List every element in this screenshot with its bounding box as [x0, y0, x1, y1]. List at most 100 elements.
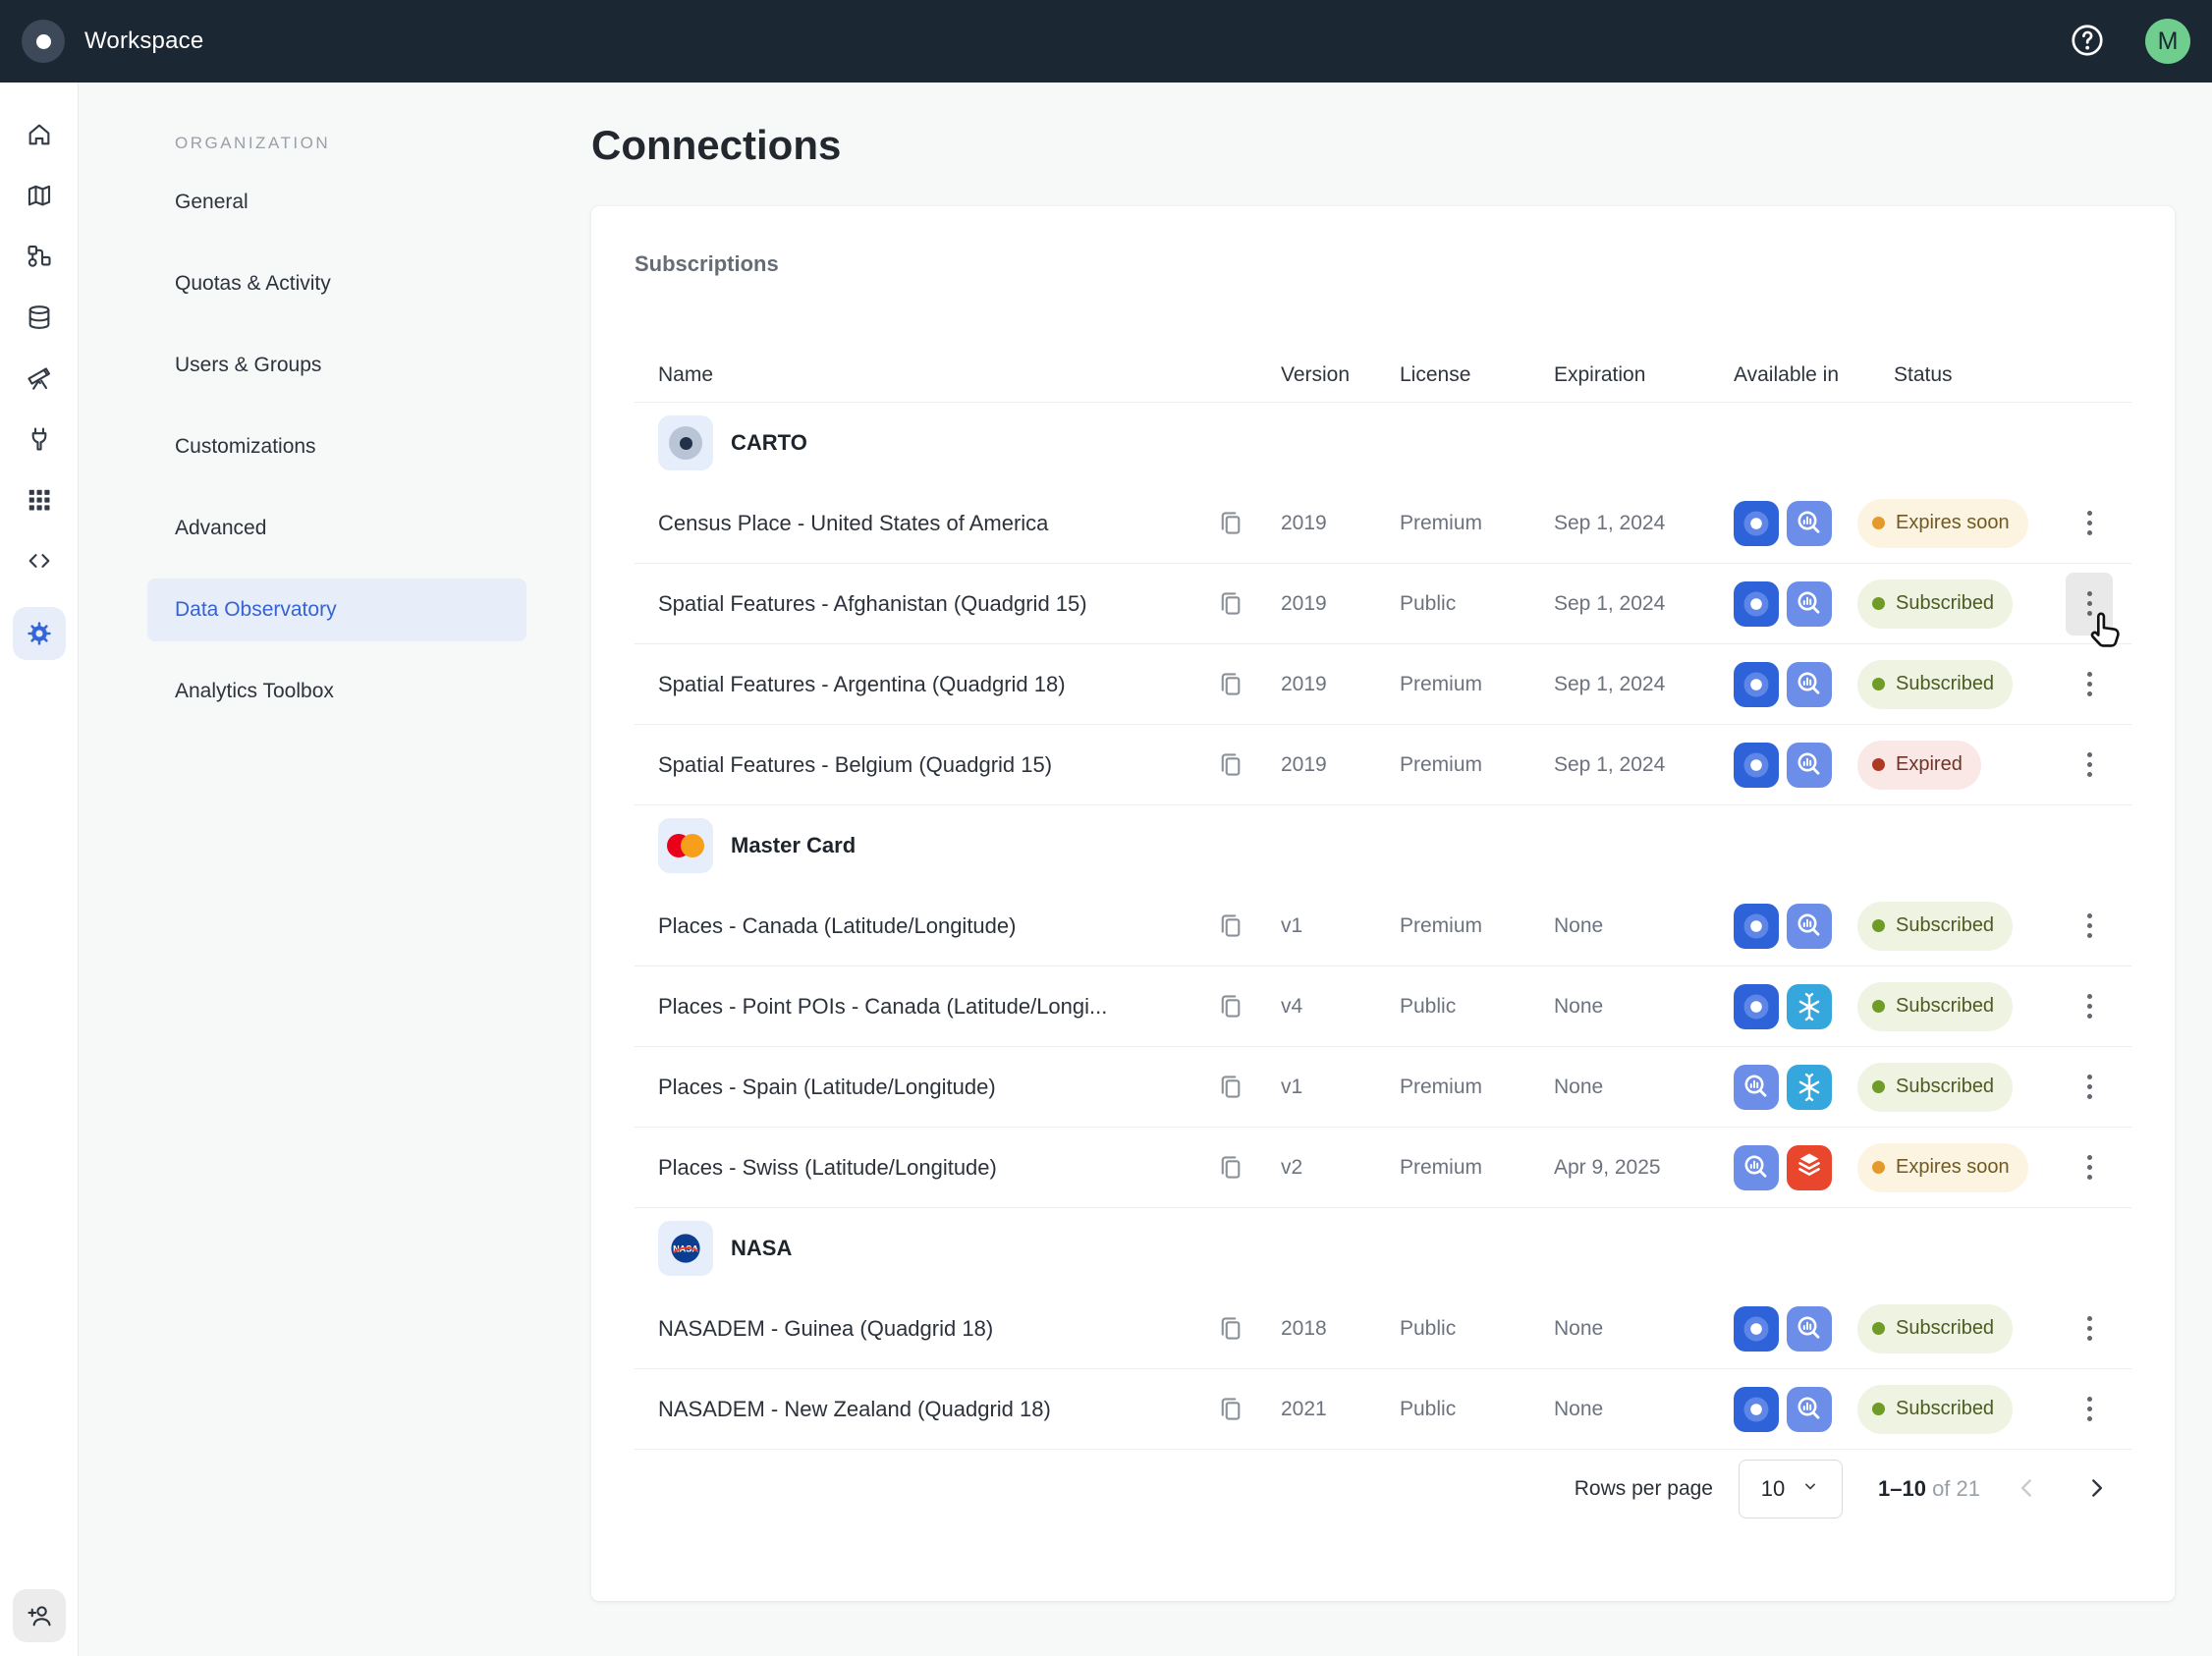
chevron-right-icon — [2083, 1475, 2109, 1504]
icon-rail — [0, 83, 79, 1656]
prev-page-button[interactable] — [2006, 1467, 2049, 1511]
chevron-down-icon — [1800, 1476, 1820, 1502]
help-button[interactable] — [2069, 23, 2106, 60]
sidebar-item-quotas-activity[interactable]: Quotas & Activity — [147, 252, 526, 315]
available-in-cell — [1734, 1387, 1857, 1432]
sidebar-item-users-groups[interactable]: Users & Groups — [147, 334, 526, 397]
explorer-icon — [1787, 501, 1832, 546]
table-row: NASADEM - Guinea (Quadgrid 18) 2018 Publ… — [635, 1289, 2131, 1369]
row-menu-button[interactable] — [2066, 1056, 2113, 1119]
row-menu-button[interactable] — [2066, 1297, 2113, 1360]
subscription-name: Spatial Features - Argentina (Quadgrid 1… — [635, 672, 1215, 697]
workflows-icon — [26, 243, 53, 270]
user-menu-avatar[interactable]: M — [2145, 19, 2190, 64]
copy-name-button[interactable] — [1215, 588, 1246, 620]
topbar: Workspace M — [0, 0, 2212, 83]
rail-settings-button[interactable] — [13, 607, 66, 660]
next-page-button[interactable] — [2074, 1467, 2118, 1511]
snowflake-icon — [1787, 984, 1832, 1029]
copy-name-button[interactable] — [1215, 1152, 1246, 1184]
copy-name-button[interactable] — [1215, 911, 1246, 942]
rows-per-page-select[interactable]: 10 — [1739, 1460, 1843, 1518]
copy-name-button[interactable] — [1215, 1072, 1246, 1103]
databricks-icon — [1787, 1145, 1832, 1190]
status-badge: Subscribed — [1857, 902, 2013, 951]
version-cell: v1 — [1281, 1076, 1400, 1099]
invite-user-icon — [26, 1602, 53, 1629]
rail-developers-button[interactable] — [25, 546, 54, 576]
row-menu-button[interactable] — [2066, 1136, 2113, 1199]
group-name: NASA — [731, 1236, 792, 1261]
subscription-name: NASADEM - Guinea (Quadgrid 18) — [635, 1316, 1215, 1342]
rail-maps-button[interactable] — [25, 181, 54, 210]
expiration-cell: Sep 1, 2024 — [1554, 592, 1734, 616]
copy-name-button[interactable] — [1215, 1394, 1246, 1425]
sidebar-item-customizations[interactable]: Customizations — [147, 415, 526, 478]
license-cell: Public — [1400, 995, 1554, 1019]
status-cell: Subscribed — [1857, 1385, 2047, 1434]
expiration-cell: None — [1554, 1076, 1734, 1099]
status-cell: Expires soon — [1857, 499, 2047, 548]
connections-icon — [26, 425, 53, 453]
sidebar-item-analytics-toolbox[interactable]: Analytics Toolbox — [147, 660, 526, 723]
pagination-range: 1–10 of 21 — [1878, 1476, 1980, 1502]
maps-icon — [26, 182, 53, 209]
data-observatory-icon — [26, 364, 53, 392]
table-row: Places - Spain (Latitude/Longitude) v1 P… — [635, 1047, 2131, 1128]
explorer-icon — [1734, 1145, 1779, 1190]
status-dot-icon — [1872, 919, 1885, 932]
group-header-row: CARTO — [635, 403, 2131, 483]
rail-data-observatory-button[interactable] — [25, 363, 54, 393]
row-menu-button[interactable] — [2066, 975, 2113, 1038]
rail-data-button[interactable] — [25, 303, 54, 332]
row-menu-button[interactable] — [2066, 734, 2113, 797]
copy-name-button[interactable] — [1215, 669, 1246, 700]
snowflake-icon — [1787, 1065, 1832, 1110]
settings-icon — [26, 620, 53, 647]
status-cell: Expired — [1857, 741, 2047, 790]
card-title: Subscriptions — [635, 251, 2175, 277]
nasa-logo-tile: NASA — [658, 1221, 713, 1276]
status-badge: Subscribed — [1857, 580, 2013, 629]
status-cell: Expires soon — [1857, 1143, 2047, 1192]
column-header-status: Status — [1857, 363, 2047, 387]
row-menu-button[interactable] — [2066, 1378, 2113, 1441]
table-row: Spatial Features - Belgium (Quadgrid 15)… — [635, 725, 2131, 805]
subscriptions-card: Subscriptions Name Version License Expir… — [591, 206, 2175, 1601]
status-cell: Subscribed — [1857, 1304, 2047, 1353]
copy-icon — [1216, 750, 1245, 780]
status-cell: Subscribed — [1857, 580, 2047, 629]
copy-name-button[interactable] — [1215, 1313, 1246, 1345]
row-menu-button[interactable] — [2066, 895, 2113, 958]
copy-name-button[interactable] — [1215, 991, 1246, 1022]
page-title: Connections — [591, 120, 2212, 171]
version-cell: 2021 — [1281, 1398, 1400, 1421]
license-cell: Premium — [1400, 512, 1554, 535]
copy-name-button[interactable] — [1215, 749, 1246, 781]
available-in-cell — [1734, 501, 1857, 546]
applications-icon — [26, 486, 53, 514]
rail-home-button[interactable] — [25, 120, 54, 149]
version-cell: 2019 — [1281, 592, 1400, 616]
pagination-bar: Rows per page 10 1–10 of 21 — [635, 1450, 2131, 1528]
row-menu-button[interactable] — [2066, 492, 2113, 555]
subscription-name: NASADEM - New Zealand (Quadgrid 18) — [635, 1397, 1215, 1422]
row-menu-button[interactable] — [2066, 573, 2113, 635]
version-cell: v2 — [1281, 1156, 1400, 1180]
sidebar-item-data-observatory[interactable]: Data Observatory — [147, 579, 526, 641]
copy-icon — [1216, 1073, 1245, 1102]
rail-workflows-button[interactable] — [25, 242, 54, 271]
rows-per-page-value: 10 — [1761, 1476, 1785, 1502]
version-cell: v4 — [1281, 995, 1400, 1019]
rail-connections-button[interactable] — [25, 424, 54, 454]
status-cell: Subscribed — [1857, 660, 2047, 709]
subscription-name: Spatial Features - Belgium (Quadgrid 15) — [635, 752, 1215, 778]
sidebar-item-advanced[interactable]: Advanced — [147, 497, 526, 560]
rail-invite-user-button[interactable] — [13, 1589, 66, 1642]
row-menu-button[interactable] — [2066, 653, 2113, 716]
sidebar-item-general[interactable]: General — [147, 171, 526, 234]
copy-name-button[interactable] — [1215, 508, 1246, 539]
expiration-cell: Apr 9, 2025 — [1554, 1156, 1734, 1180]
rail-applications-button[interactable] — [25, 485, 54, 515]
builder-icon — [1734, 1306, 1779, 1352]
